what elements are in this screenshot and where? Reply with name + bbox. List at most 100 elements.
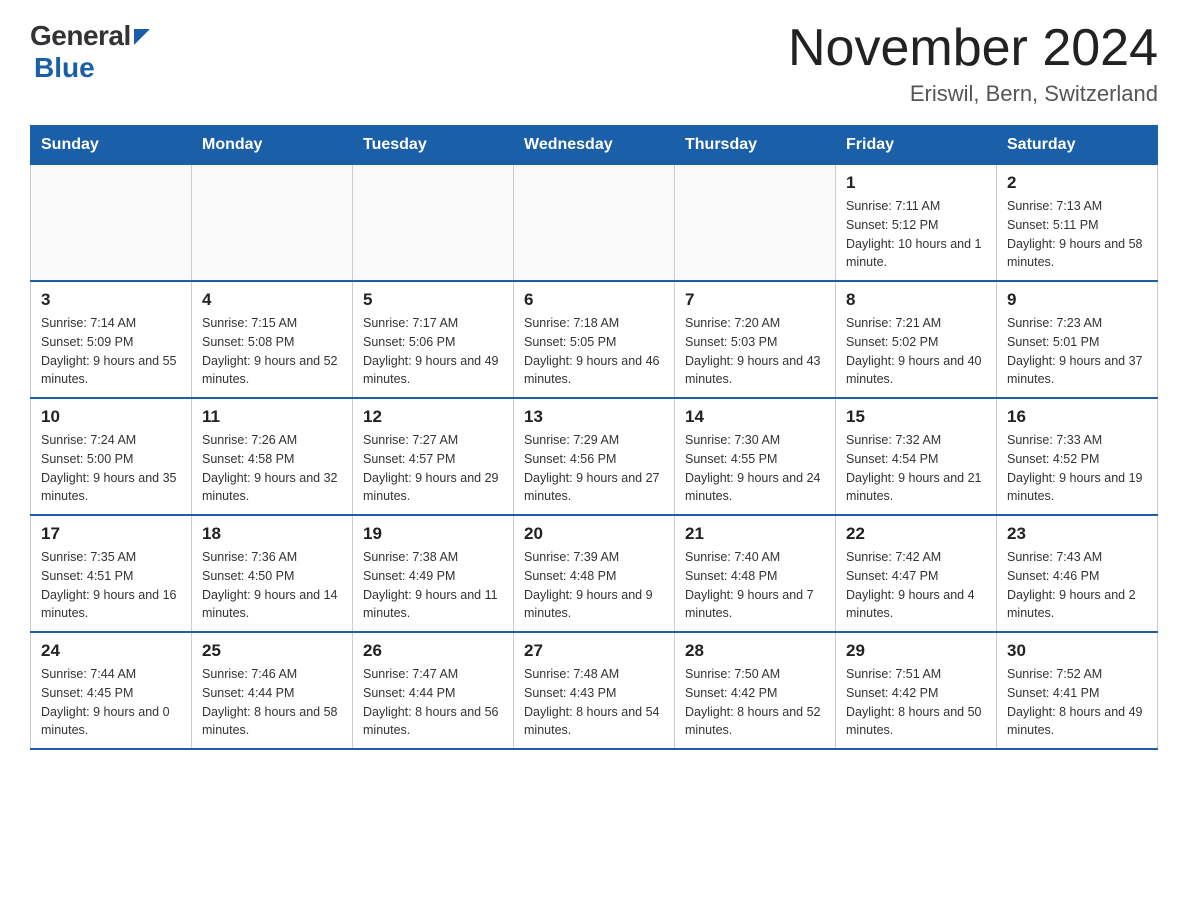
calendar-header: Sunday Monday Tuesday Wednesday Thursday… [31, 126, 1158, 165]
calendar-cell: 13 Sunrise: 7:29 AM Sunset: 4:56 PM Dayli… [514, 398, 675, 515]
day-info: Sunrise: 7:17 AM Sunset: 5:06 PM Dayligh… [363, 314, 503, 389]
col-tuesday: Tuesday [353, 126, 514, 165]
calendar-cell: 29 Sunrise: 7:51 AM Sunset: 4:42 PM Dayli… [836, 632, 997, 749]
calendar-cell [514, 165, 675, 282]
col-sunday: Sunday [31, 126, 192, 165]
calendar-cell: 18 Sunrise: 7:36 AM Sunset: 4:50 PM Dayli… [192, 515, 353, 632]
day-info: Sunrise: 7:26 AM Sunset: 4:58 PM Dayligh… [202, 431, 342, 506]
calendar-cell: 17 Sunrise: 7:35 AM Sunset: 4:51 PM Dayli… [31, 515, 192, 632]
day-info: Sunrise: 7:35 AM Sunset: 4:51 PM Dayligh… [41, 548, 181, 623]
logo-blue-text: Blue [34, 52, 95, 83]
day-info: Sunrise: 7:21 AM Sunset: 5:02 PM Dayligh… [846, 314, 986, 389]
calendar-cell: 25Sunrise: 7:46 AM Sunset: 4:44 PM Dayli… [192, 632, 353, 749]
day-number: 7 [685, 290, 825, 310]
col-thursday: Thursday [675, 126, 836, 165]
day-info: Sunrise: 7:11 AM Sunset: 5:12 PM Dayligh… [846, 197, 986, 272]
day-number: 29 [846, 641, 986, 661]
day-number: 12 [363, 407, 503, 427]
day-number: 1 [846, 173, 986, 193]
week-row-3: 10Sunrise: 7:24 AM Sunset: 5:00 PM Dayli… [31, 398, 1158, 515]
calendar-table: Sunday Monday Tuesday Wednesday Thursday… [30, 125, 1158, 750]
day-number: 16 [1007, 407, 1147, 427]
day-number: 9 [1007, 290, 1147, 310]
calendar-cell: 20 Sunrise: 7:39 AM Sunset: 4:48 PM Dayli… [514, 515, 675, 632]
calendar-cell: 22Sunrise: 7:42 AM Sunset: 4:47 PM Dayli… [836, 515, 997, 632]
calendar-cell: 11 Sunrise: 7:26 AM Sunset: 4:58 PM Dayli… [192, 398, 353, 515]
day-number: 6 [524, 290, 664, 310]
calendar-body: 1 Sunrise: 7:11 AM Sunset: 5:12 PM Daylig… [31, 165, 1158, 750]
day-info: Sunrise: 7:43 AM Sunset: 4:46 PM Dayligh… [1007, 548, 1147, 623]
calendar-cell: 15 Sunrise: 7:32 AM Sunset: 4:54 PM Dayli… [836, 398, 997, 515]
calendar-cell: 26 Sunrise: 7:47 AM Sunset: 4:44 PM Dayli… [353, 632, 514, 749]
day-number: 28 [685, 641, 825, 661]
day-info: Sunrise: 7:14 AM Sunset: 5:09 PM Dayligh… [41, 314, 181, 389]
calendar-cell [675, 165, 836, 282]
day-info: Sunrise: 7:20 AM Sunset: 5:03 PM Dayligh… [685, 314, 825, 389]
day-number: 20 [524, 524, 664, 544]
calendar-cell: 28Sunrise: 7:50 AM Sunset: 4:42 PM Dayli… [675, 632, 836, 749]
day-info: Sunrise: 7:38 AM Sunset: 4:49 PM Dayligh… [363, 548, 503, 623]
day-info: Sunrise: 7:46 AM Sunset: 4:44 PM Dayligh… [202, 665, 342, 740]
day-info: Sunrise: 7:32 AM Sunset: 4:54 PM Dayligh… [846, 431, 986, 506]
day-number: 27 [524, 641, 664, 661]
day-info: Sunrise: 7:33 AM Sunset: 4:52 PM Dayligh… [1007, 431, 1147, 506]
day-number: 19 [363, 524, 503, 544]
day-info: Sunrise: 7:29 AM Sunset: 4:56 PM Dayligh… [524, 431, 664, 506]
logo-arrow-icon [134, 29, 150, 45]
day-number: 14 [685, 407, 825, 427]
day-number: 3 [41, 290, 181, 310]
calendar-cell [192, 165, 353, 282]
day-number: 26 [363, 641, 503, 661]
calendar-cell: 6Sunrise: 7:18 AM Sunset: 5:05 PM Daylig… [514, 281, 675, 398]
day-info: Sunrise: 7:47 AM Sunset: 4:44 PM Dayligh… [363, 665, 503, 740]
day-number: 8 [846, 290, 986, 310]
week-row-4: 17 Sunrise: 7:35 AM Sunset: 4:51 PM Dayli… [31, 515, 1158, 632]
day-info: Sunrise: 7:23 AM Sunset: 5:01 PM Dayligh… [1007, 314, 1147, 389]
calendar-cell: 9 Sunrise: 7:23 AM Sunset: 5:01 PM Daylig… [997, 281, 1158, 398]
week-row-2: 3 Sunrise: 7:14 AM Sunset: 5:09 PM Daylig… [31, 281, 1158, 398]
month-title: November 2024 [788, 20, 1158, 77]
logo: General Blue [30, 20, 150, 84]
calendar-cell: 19 Sunrise: 7:38 AM Sunset: 4:49 PM Dayli… [353, 515, 514, 632]
col-friday: Friday [836, 126, 997, 165]
calendar-cell: 16 Sunrise: 7:33 AM Sunset: 4:52 PM Dayli… [997, 398, 1158, 515]
day-info: Sunrise: 7:30 AM Sunset: 4:55 PM Dayligh… [685, 431, 825, 506]
title-block: November 2024 Eriswil, Bern, Switzerland [788, 20, 1158, 107]
day-info: Sunrise: 7:51 AM Sunset: 4:42 PM Dayligh… [846, 665, 986, 740]
day-info: Sunrise: 7:27 AM Sunset: 4:57 PM Dayligh… [363, 431, 503, 506]
col-wednesday: Wednesday [514, 126, 675, 165]
day-number: 5 [363, 290, 503, 310]
calendar-cell: 27 Sunrise: 7:48 AM Sunset: 4:43 PM Dayli… [514, 632, 675, 749]
day-number: 23 [1007, 524, 1147, 544]
calendar-cell [353, 165, 514, 282]
day-info: Sunrise: 7:44 AM Sunset: 4:45 PM Dayligh… [41, 665, 181, 740]
day-info: Sunrise: 7:24 AM Sunset: 5:00 PM Dayligh… [41, 431, 181, 506]
col-saturday: Saturday [997, 126, 1158, 165]
day-info: Sunrise: 7:36 AM Sunset: 4:50 PM Dayligh… [202, 548, 342, 623]
calendar-cell: 12 Sunrise: 7:27 AM Sunset: 4:57 PM Dayli… [353, 398, 514, 515]
page-header: General Blue November 2024 Eriswil, Bern… [30, 20, 1158, 107]
day-number: 21 [685, 524, 825, 544]
calendar-cell: 3 Sunrise: 7:14 AM Sunset: 5:09 PM Daylig… [31, 281, 192, 398]
day-number: 15 [846, 407, 986, 427]
calendar-cell: 10Sunrise: 7:24 AM Sunset: 5:00 PM Dayli… [31, 398, 192, 515]
day-info: Sunrise: 7:39 AM Sunset: 4:48 PM Dayligh… [524, 548, 664, 623]
day-number: 11 [202, 407, 342, 427]
calendar-cell: 1 Sunrise: 7:11 AM Sunset: 5:12 PM Daylig… [836, 165, 997, 282]
logo-general-text: General [30, 20, 131, 52]
week-row-5: 24Sunrise: 7:44 AM Sunset: 4:45 PM Dayli… [31, 632, 1158, 749]
calendar-cell: 14 Sunrise: 7:30 AM Sunset: 4:55 PM Dayli… [675, 398, 836, 515]
day-number: 17 [41, 524, 181, 544]
calendar-cell: 2 Sunrise: 7:13 AM Sunset: 5:11 PM Daylig… [997, 165, 1158, 282]
calendar-cell: 21Sunrise: 7:40 AM Sunset: 4:48 PM Dayli… [675, 515, 836, 632]
day-info: Sunrise: 7:13 AM Sunset: 5:11 PM Dayligh… [1007, 197, 1147, 272]
week-row-1: 1 Sunrise: 7:11 AM Sunset: 5:12 PM Daylig… [31, 165, 1158, 282]
calendar-cell: 7 Sunrise: 7:20 AM Sunset: 5:03 PM Daylig… [675, 281, 836, 398]
calendar-cell: 24Sunrise: 7:44 AM Sunset: 4:45 PM Dayli… [31, 632, 192, 749]
header-row: Sunday Monday Tuesday Wednesday Thursday… [31, 126, 1158, 165]
day-number: 18 [202, 524, 342, 544]
day-info: Sunrise: 7:48 AM Sunset: 4:43 PM Dayligh… [524, 665, 664, 740]
day-number: 13 [524, 407, 664, 427]
location-title: Eriswil, Bern, Switzerland [788, 81, 1158, 107]
day-number: 2 [1007, 173, 1147, 193]
